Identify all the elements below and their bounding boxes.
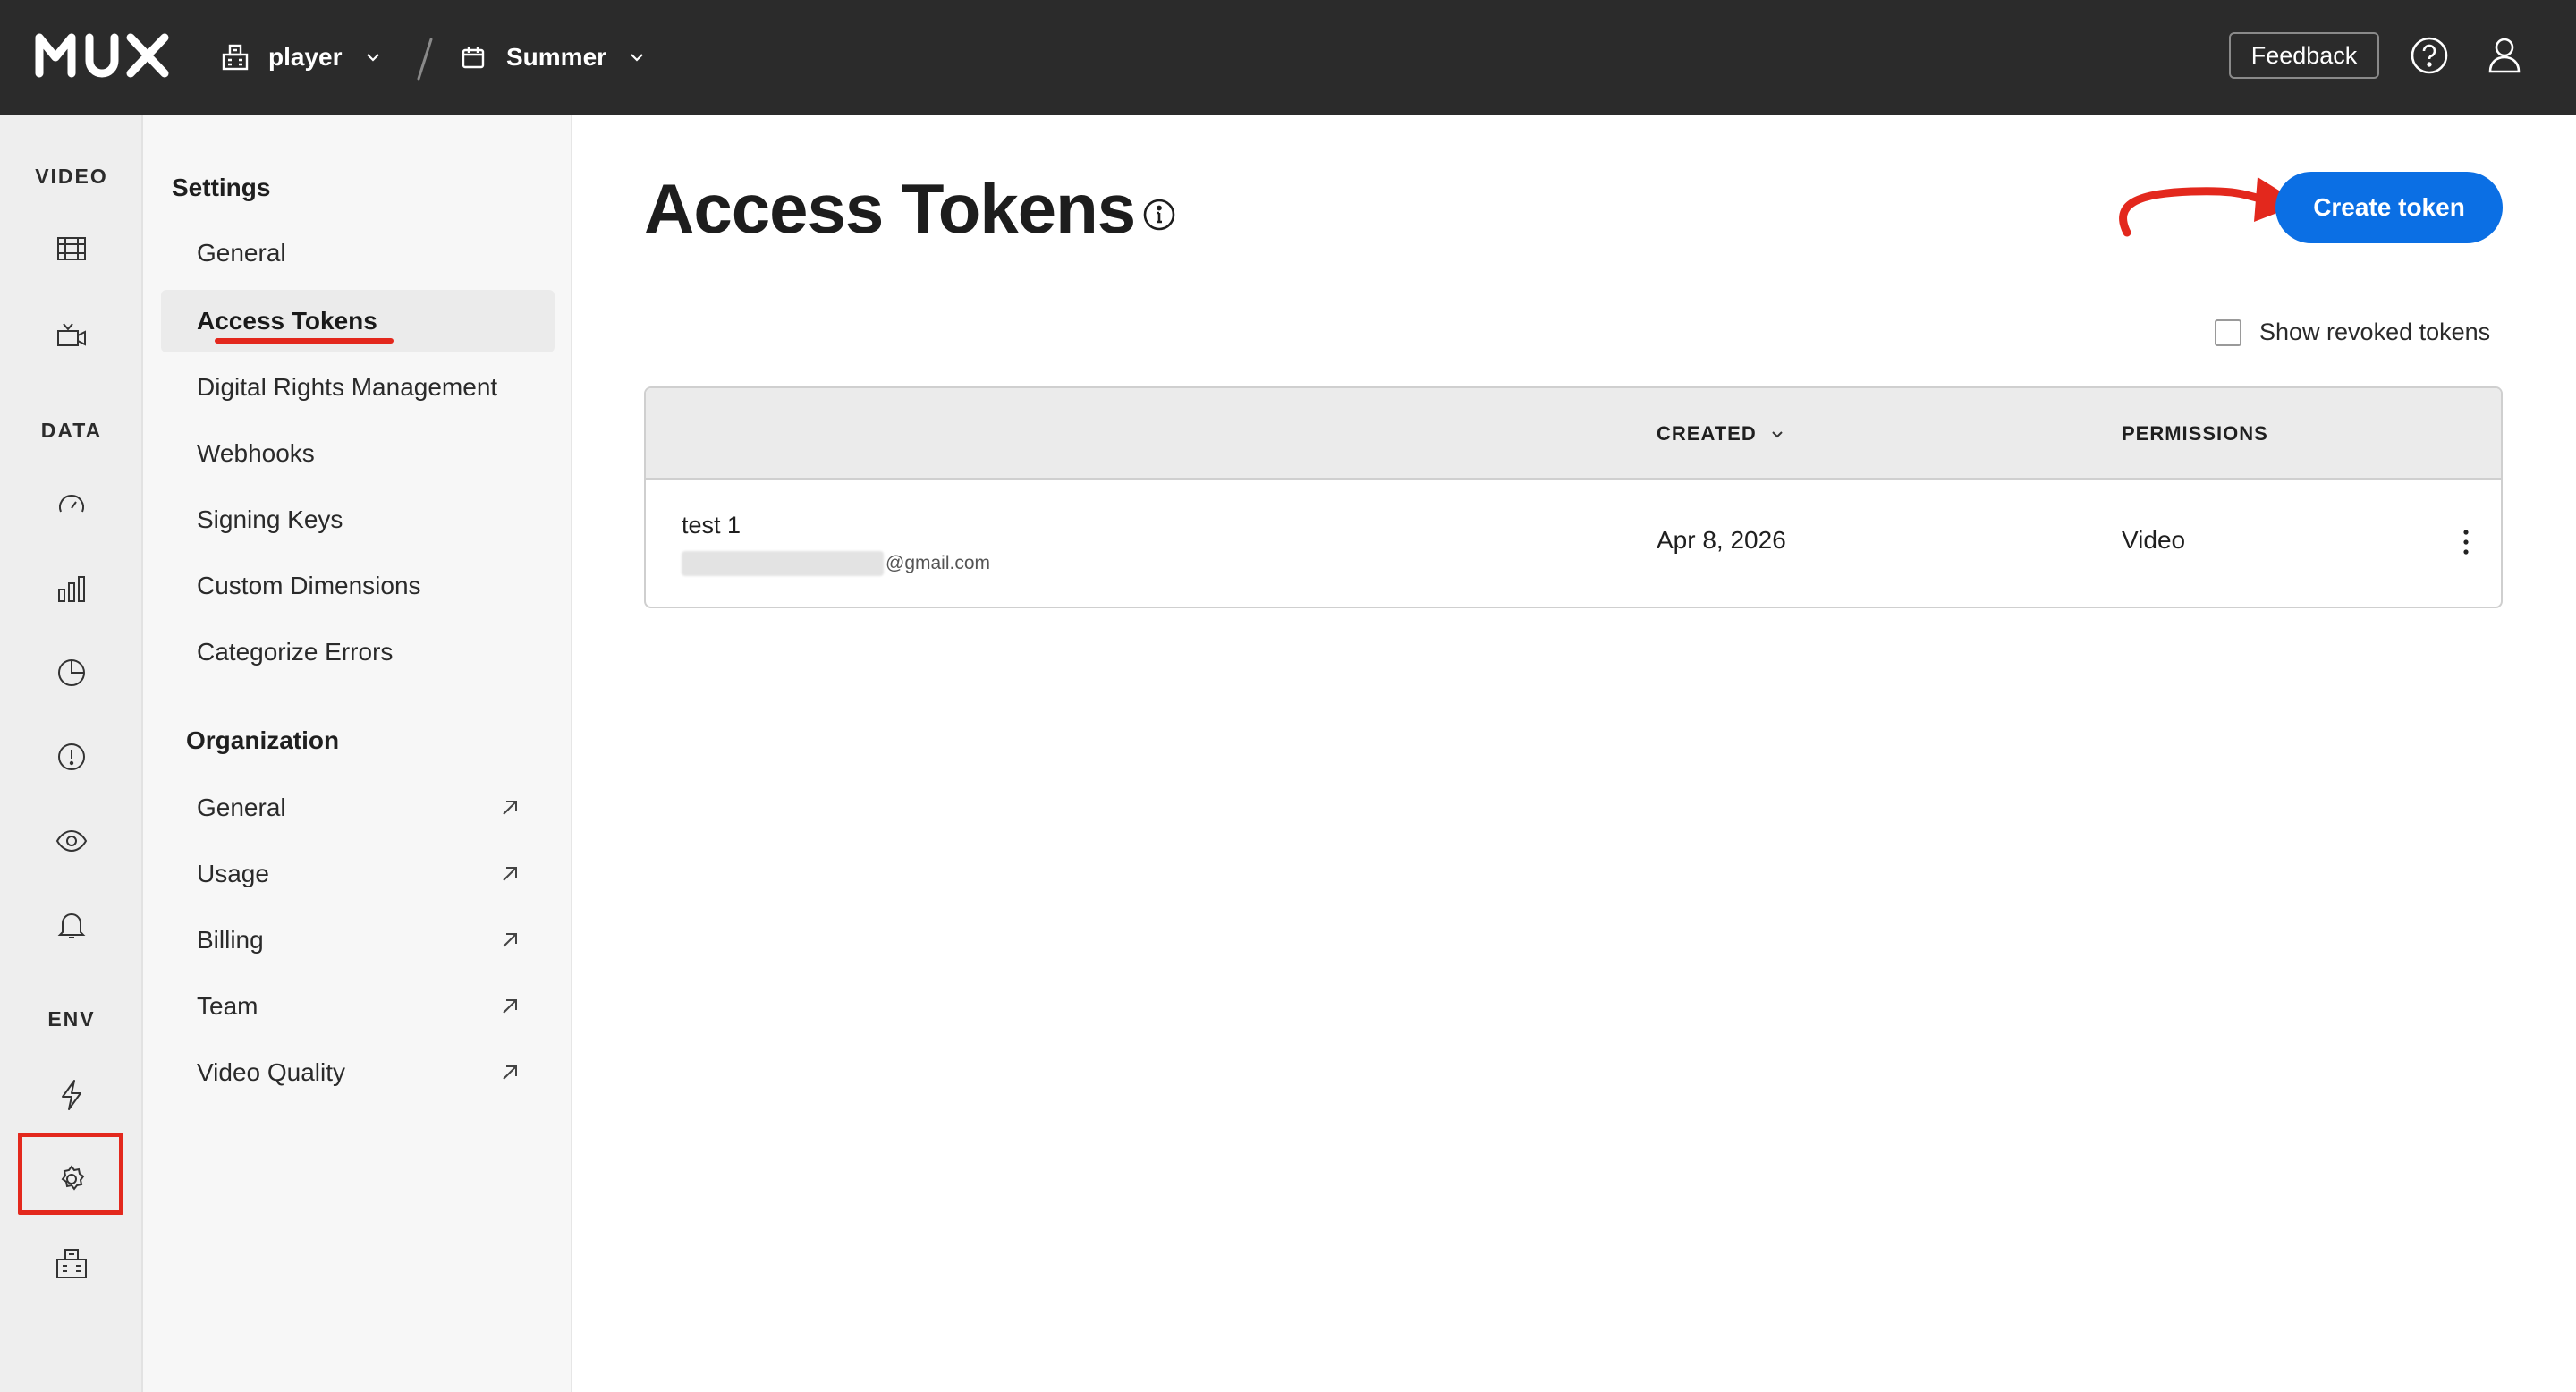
info-icon[interactable]: [1141, 197, 1177, 233]
mux-logo[interactable]: [34, 30, 174, 81]
nav-item-org-general[interactable]: General: [161, 777, 555, 839]
nav-item-label: Billing: [197, 926, 264, 954]
live-stream-icon[interactable]: [50, 313, 93, 356]
chevron-down-icon: [626, 47, 648, 68]
nav-item-label: Webhooks: [197, 439, 315, 467]
pie-chart-icon[interactable]: [50, 651, 93, 694]
settings-sidebar: Settings General Access Tokens Digital R…: [143, 115, 572, 1392]
nav-item-drm[interactable]: Digital Rights Management: [161, 356, 555, 419]
token-permissions: Video: [2122, 526, 2186, 554]
chevron-down-icon: [362, 47, 384, 68]
organization-heading: Organization: [186, 726, 340, 754]
feedback-button[interactable]: Feedback: [2229, 32, 2379, 79]
organization-icon: [220, 42, 250, 72]
show-revoked-toggle[interactable]: Show revoked tokens: [2215, 318, 2490, 346]
table-header: CREATED PERMISSIONS: [646, 388, 2501, 480]
workspace-switcher[interactable]: player: [220, 34, 384, 81]
help-circle-icon[interactable]: [2408, 34, 2451, 77]
rail-section-video: VIDEO: [35, 165, 108, 188]
external-link-icon: [503, 999, 517, 1014]
page-title: Access Tokens: [644, 169, 1136, 248]
settings-heading: Settings: [172, 174, 271, 201]
nav-item-categorize-errors[interactable]: Categorize Errors: [161, 621, 555, 683]
environment-icon: [458, 42, 488, 72]
nav-item-general[interactable]: General: [161, 222, 555, 284]
token-name: test 1: [682, 512, 741, 539]
rail-section-env: ENV: [47, 1007, 96, 1031]
rail-section-data: DATA: [40, 419, 103, 442]
lightning-icon[interactable]: [50, 1074, 93, 1116]
table-row[interactable]: test 1 @gmail.com Apr 8, 2026 Video: [646, 480, 2501, 607]
column-header-permissions: PERMISSIONS: [2122, 422, 2268, 445]
settings-highlight-annotation: [18, 1133, 123, 1215]
speedometer-icon[interactable]: [50, 483, 93, 526]
chevron-down-icon: [1772, 431, 1783, 438]
nav-item-label: Access Tokens: [197, 307, 377, 335]
external-link-icon: [503, 801, 517, 815]
mux-logo-mark: [35, 33, 169, 78]
nav-item-label: Signing Keys: [197, 505, 343, 533]
alert-icon[interactable]: [50, 735, 93, 778]
nav-item-signing-keys[interactable]: Signing Keys: [161, 488, 555, 551]
environment-switcher[interactable]: Summer: [458, 34, 648, 81]
email-suffix: @gmail.com: [886, 553, 991, 573]
nav-item-label: General: [197, 794, 286, 821]
eye-icon[interactable]: [50, 819, 93, 862]
environment-name: Summer: [506, 43, 607, 71]
main-content: Access Tokens Create token Show revoked …: [572, 115, 2576, 1392]
breadcrumb-separator: [417, 38, 433, 81]
show-revoked-checkbox[interactable]: [2215, 318, 2241, 346]
bar-chart-icon[interactable]: [50, 567, 93, 610]
external-link-icon: [503, 867, 517, 881]
external-link-icon: [503, 933, 517, 947]
active-underline-annotation: [215, 338, 394, 344]
workspace-name: player: [268, 43, 343, 71]
create-token-button[interactable]: Create token: [2275, 172, 2503, 243]
organization-icon[interactable]: [50, 1242, 93, 1285]
nav-item-custom-dimensions[interactable]: Custom Dimensions: [161, 555, 555, 617]
nav-item-label: Custom Dimensions: [197, 572, 421, 599]
tokens-table: CREATED PERMISSIONS test 1 @gmail.com Ap…: [644, 386, 2503, 608]
nav-item-label: Digital Rights Management: [197, 373, 498, 401]
nav-item-label: Categorize Errors: [197, 638, 394, 666]
show-revoked-label: Show revoked tokens: [2259, 318, 2491, 345]
column-header-label: CREATED: [1657, 422, 1757, 445]
nav-item-label: Usage: [197, 860, 269, 887]
more-options-icon[interactable]: [2462, 528, 2470, 556]
bell-icon[interactable]: [50, 904, 93, 946]
token-created-date: Apr 8, 2026: [1657, 526, 1786, 554]
nav-item-label: General: [197, 239, 286, 267]
nav-item-billing[interactable]: Billing: [161, 909, 555, 972]
column-header-created[interactable]: CREATED: [1657, 422, 1785, 446]
nav-item-usage[interactable]: Usage: [161, 843, 555, 905]
assets-icon[interactable]: [50, 227, 93, 270]
token-creator-email: @gmail.com: [682, 551, 990, 576]
nav-item-webhooks[interactable]: Webhooks: [161, 422, 555, 485]
nav-item-access-tokens[interactable]: Access Tokens: [161, 290, 555, 352]
external-link-icon: [503, 1065, 517, 1080]
nav-item-video-quality[interactable]: Video Quality: [161, 1041, 555, 1104]
nav-item-team[interactable]: Team: [161, 975, 555, 1038]
top-bar: player Summer Feedback: [0, 0, 2576, 115]
redacted-email-mask: [682, 551, 884, 576]
nav-item-label: Video Quality: [197, 1058, 346, 1086]
user-icon[interactable]: [2483, 34, 2526, 77]
nav-item-label: Team: [197, 992, 258, 1020]
